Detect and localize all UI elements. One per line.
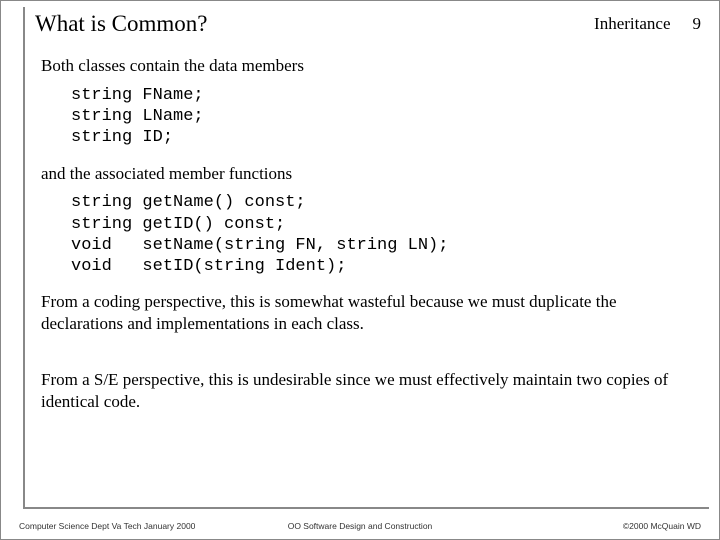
paragraph-coding: From a coding perspective, this is somew… [41,291,691,335]
topic-label: Inheritance [594,14,670,34]
slide-footer: Computer Science Dept Va Tech January 20… [19,521,701,531]
slide-title: What is Common? [35,11,207,37]
paragraph-intro-functions: and the associated member functions [41,163,691,185]
paragraph-intro-members: Both classes contain the data members [41,55,691,77]
code-block-functions: string getName() const; string getID() c… [71,192,691,277]
header-right: Inheritance 9 [594,14,701,34]
footer-left: Computer Science Dept Va Tech January 20… [19,521,195,531]
spacer [41,343,691,369]
footer-right: ©2000 McQuain WD [623,521,701,531]
page-number: 9 [693,14,702,34]
slide: What is Common? Inheritance 9 Both class… [0,0,720,540]
slide-header: What is Common? Inheritance 9 [35,7,701,41]
slide-body: Both classes contain the data members st… [41,55,691,499]
paragraph-se: From a S/E perspective, this is undesira… [41,369,691,413]
code-block-members: string FName; string LName; string ID; [71,85,691,149]
